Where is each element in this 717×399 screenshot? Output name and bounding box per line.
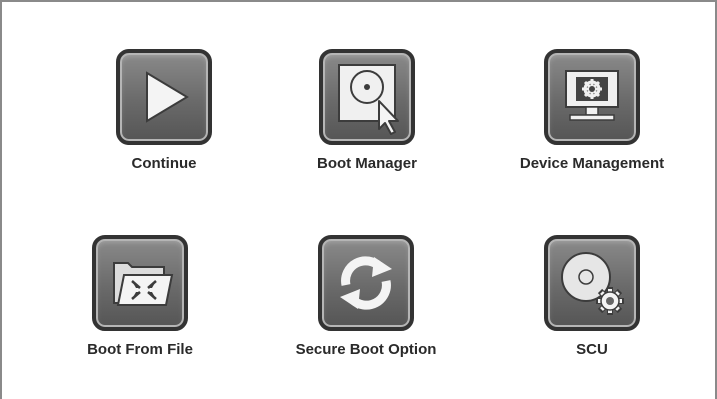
scu-tile[interactable]: SCU (502, 235, 682, 395)
continue-button[interactable] (116, 49, 212, 145)
monitor-gear-icon (565, 70, 619, 121)
boot-from-file-tile[interactable]: Boot From File (50, 235, 230, 395)
device-management-button[interactable] (544, 49, 640, 145)
device-management-tile[interactable]: Device Management (502, 49, 682, 209)
refresh-icon (340, 256, 392, 310)
secure-boot-option-tile[interactable]: Secure Boot Option (276, 235, 456, 395)
folder-compress-icon (113, 262, 174, 306)
play-icon (146, 71, 189, 123)
secure-boot-option-button[interactable] (318, 235, 414, 331)
boot-from-file-label: Boot From File (87, 341, 193, 358)
boot-manager-button[interactable] (319, 49, 415, 145)
secure-boot-option-label: Secure Boot Option (295, 341, 437, 358)
disc-cursor-icon (338, 64, 399, 135)
bios-menu-panel: Continue Boot Manager Device Management … (0, 0, 717, 399)
device-management-label: Device Management (519, 155, 665, 172)
boot-manager-label: Boot Manager (316, 155, 417, 172)
boot-manager-tile[interactable]: Boot Manager (277, 49, 457, 209)
scu-button[interactable] (544, 235, 640, 331)
continue-tile[interactable]: Continue (74, 49, 254, 209)
disc-gear-icon (561, 252, 624, 315)
boot-from-file-button[interactable] (92, 235, 188, 331)
continue-label: Continue (131, 155, 197, 172)
scu-label: SCU (576, 341, 608, 358)
